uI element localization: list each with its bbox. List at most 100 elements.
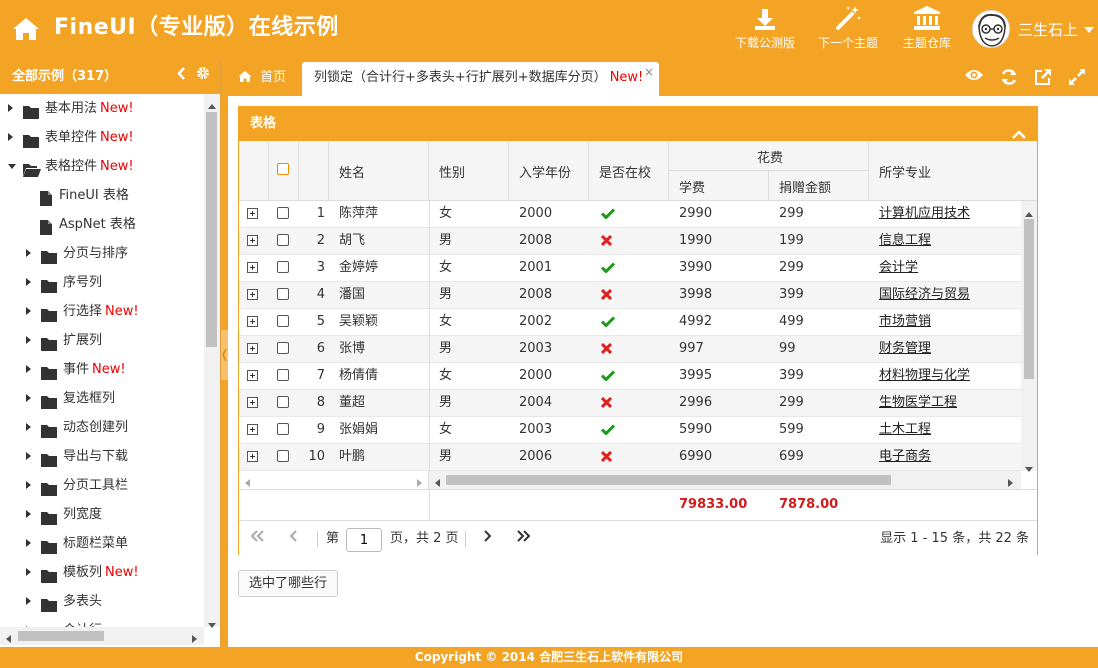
scroll-up-arrow-icon[interactable] xyxy=(1025,206,1033,221)
external-link-icon[interactable] xyxy=(1034,68,1052,90)
gear-icon[interactable] xyxy=(196,60,210,94)
fullscreen-icon[interactable] xyxy=(1068,68,1086,90)
row-checkbox[interactable] xyxy=(277,369,289,381)
caret-right-icon[interactable] xyxy=(26,307,31,315)
sidebar-item[interactable]: 行选择 New! xyxy=(0,297,204,326)
row-expander-icon[interactable] xyxy=(247,235,258,246)
caret-right-icon[interactable] xyxy=(26,597,31,605)
row-checkbox[interactable] xyxy=(277,342,289,354)
scroll-down-arrow-icon[interactable] xyxy=(208,617,216,632)
sidebar-scroll-thumb[interactable] xyxy=(206,112,217,347)
caret-right-icon[interactable] xyxy=(26,394,31,402)
row-expander-icon[interactable] xyxy=(247,262,258,273)
major-link[interactable]: 市场营销 xyxy=(879,309,931,335)
grid-horizontal-scrollbar[interactable] xyxy=(429,471,1021,489)
gender-header[interactable]: 性别 xyxy=(429,141,509,201)
caret-right-icon[interactable] xyxy=(8,133,13,141)
major-header[interactable]: 所学专业 xyxy=(869,141,1037,201)
theme-store-button[interactable]: 主题仓库 xyxy=(900,6,954,50)
major-link[interactable]: 土木工程 xyxy=(879,417,931,443)
table-row[interactable]: 8 董超 男 2004 2996 299 生物医学工程 xyxy=(239,390,1021,417)
sidebar-item[interactable]: 合计行 xyxy=(0,616,204,627)
major-link[interactable]: 会计学 xyxy=(879,255,918,281)
major-link[interactable]: 国际经济与贸易 xyxy=(879,282,970,308)
sidebar-item[interactable]: 导出与下载 xyxy=(0,442,204,471)
select-all-checkbox[interactable] xyxy=(277,163,289,175)
caret-right-icon[interactable] xyxy=(26,249,31,257)
table-row[interactable]: 4 潘国 男 2008 3998 399 国际经济与贸易 xyxy=(239,282,1021,309)
page-number-input[interactable] xyxy=(346,528,382,552)
next-theme-button[interactable]: 下一个主题 xyxy=(816,6,880,50)
next-page-icon[interactable] xyxy=(483,521,492,557)
sidebar-vertical-scrollbar[interactable] xyxy=(204,94,220,628)
major-link[interactable]: 财务管理 xyxy=(879,336,931,362)
sidebar-item[interactable]: 基本用法 New! xyxy=(0,94,204,123)
caret-right-icon[interactable] xyxy=(26,568,31,576)
row-checkbox[interactable] xyxy=(277,234,289,246)
caret-down-icon[interactable] xyxy=(8,164,16,169)
row-expander-icon[interactable] xyxy=(247,451,258,462)
sidebar-item[interactable]: 表格控件 New! xyxy=(0,152,204,181)
sidebar-item[interactable]: 列宽度 xyxy=(0,500,204,529)
caret-right-icon[interactable] xyxy=(26,423,31,431)
table-row[interactable]: 3 金婷婷 女 2001 3990 299 会计学 xyxy=(239,255,1021,282)
sidebar-item[interactable]: 动态创建列 xyxy=(0,413,204,442)
eye-icon[interactable] xyxy=(964,68,984,90)
fee-header[interactable]: 学费 xyxy=(669,171,769,201)
major-link[interactable]: 生物医学工程 xyxy=(879,390,957,416)
sidebar-item[interactable]: FineUI 表格 xyxy=(0,181,204,210)
caret-right-icon[interactable] xyxy=(26,336,31,344)
sidebar-item[interactable]: 模板列 New! xyxy=(0,558,204,587)
major-link[interactable]: 电子商务 xyxy=(879,444,931,470)
sidebar-item[interactable]: 分页与排序 xyxy=(0,239,204,268)
major-link[interactable]: 信息工程 xyxy=(879,228,931,254)
caret-right-icon[interactable] xyxy=(8,104,13,112)
row-checkbox[interactable] xyxy=(277,207,289,219)
scroll-down-arrow-icon[interactable] xyxy=(1025,461,1033,476)
sidebar-item[interactable]: 表单控件 New! xyxy=(0,123,204,152)
sidebar-item[interactable]: AspNet 表格 xyxy=(0,210,204,239)
caret-right-icon[interactable] xyxy=(26,365,31,373)
major-link[interactable]: 计算机应用技术 xyxy=(879,201,970,227)
tab-column-lock[interactable]: 列锁定（合计行+多表头+行扩展列+数据库分页） New! × xyxy=(302,62,659,96)
download-button[interactable]: 下载公测版 xyxy=(732,6,798,50)
row-checkbox[interactable] xyxy=(277,450,289,462)
sidebar-item[interactable]: 分页工具栏 xyxy=(0,471,204,500)
user-menu[interactable]: 三生石上 xyxy=(972,10,1095,48)
donate-header[interactable]: 捐赠金额 xyxy=(769,171,869,201)
sidebar-item[interactable]: 多表头 xyxy=(0,587,204,616)
table-row[interactable]: 2 胡飞 男 2008 1990 199 信息工程 xyxy=(239,228,1021,255)
caret-right-icon[interactable] xyxy=(26,278,31,286)
caret-right-icon[interactable] xyxy=(26,510,31,518)
row-expander-icon[interactable] xyxy=(247,208,258,219)
row-expander-icon[interactable] xyxy=(247,397,258,408)
prev-page-icon[interactable] xyxy=(289,521,298,557)
tab-home[interactable]: 首页 xyxy=(228,62,300,96)
row-checkbox[interactable] xyxy=(277,423,289,435)
caret-right-icon[interactable] xyxy=(26,481,31,489)
sidebar-horizontal-scrollbar[interactable] xyxy=(0,627,204,645)
chevron-left-icon[interactable] xyxy=(177,60,186,94)
atschool-header[interactable]: 是否在校 xyxy=(589,141,669,201)
row-expander-icon[interactable] xyxy=(247,316,258,327)
major-link[interactable]: 材料物理与化学 xyxy=(879,363,970,389)
last-page-icon[interactable] xyxy=(516,521,531,557)
grid-hscroll-thumb[interactable] xyxy=(446,475,891,485)
close-icon[interactable]: × xyxy=(644,56,654,88)
table-row[interactable]: 10 叶鹏 男 2006 6990 699 电子商务 xyxy=(239,444,1021,471)
row-expander-icon[interactable] xyxy=(247,370,258,381)
sidebar-hscroll-thumb[interactable] xyxy=(18,631,104,641)
sidebar-item[interactable]: 事件 New! xyxy=(0,355,204,384)
table-row[interactable]: 5 吴颖颖 女 2002 4992 499 市场营销 xyxy=(239,309,1021,336)
sidebar-item[interactable]: 标题栏菜单 xyxy=(0,529,204,558)
table-row[interactable]: 7 杨倩倩 女 2000 3995 399 材料物理与化学 xyxy=(239,363,1021,390)
name-header[interactable]: 姓名 xyxy=(329,141,429,201)
scroll-right-arrow-icon[interactable] xyxy=(192,632,197,647)
refresh-icon[interactable] xyxy=(1000,68,1018,90)
table-row[interactable]: 9 张娟娟 女 2003 5990 599 土木工程 xyxy=(239,417,1021,444)
grid-scroll-thumb[interactable] xyxy=(1024,219,1034,379)
show-selected-rows-button[interactable]: 选中了哪些行 xyxy=(238,570,338,597)
sidebar-item[interactable]: 复选框列 xyxy=(0,384,204,413)
table-row[interactable]: 1 陈萍萍 女 2000 2990 299 计算机应用技术 xyxy=(239,201,1021,228)
row-expander-icon[interactable] xyxy=(247,289,258,300)
